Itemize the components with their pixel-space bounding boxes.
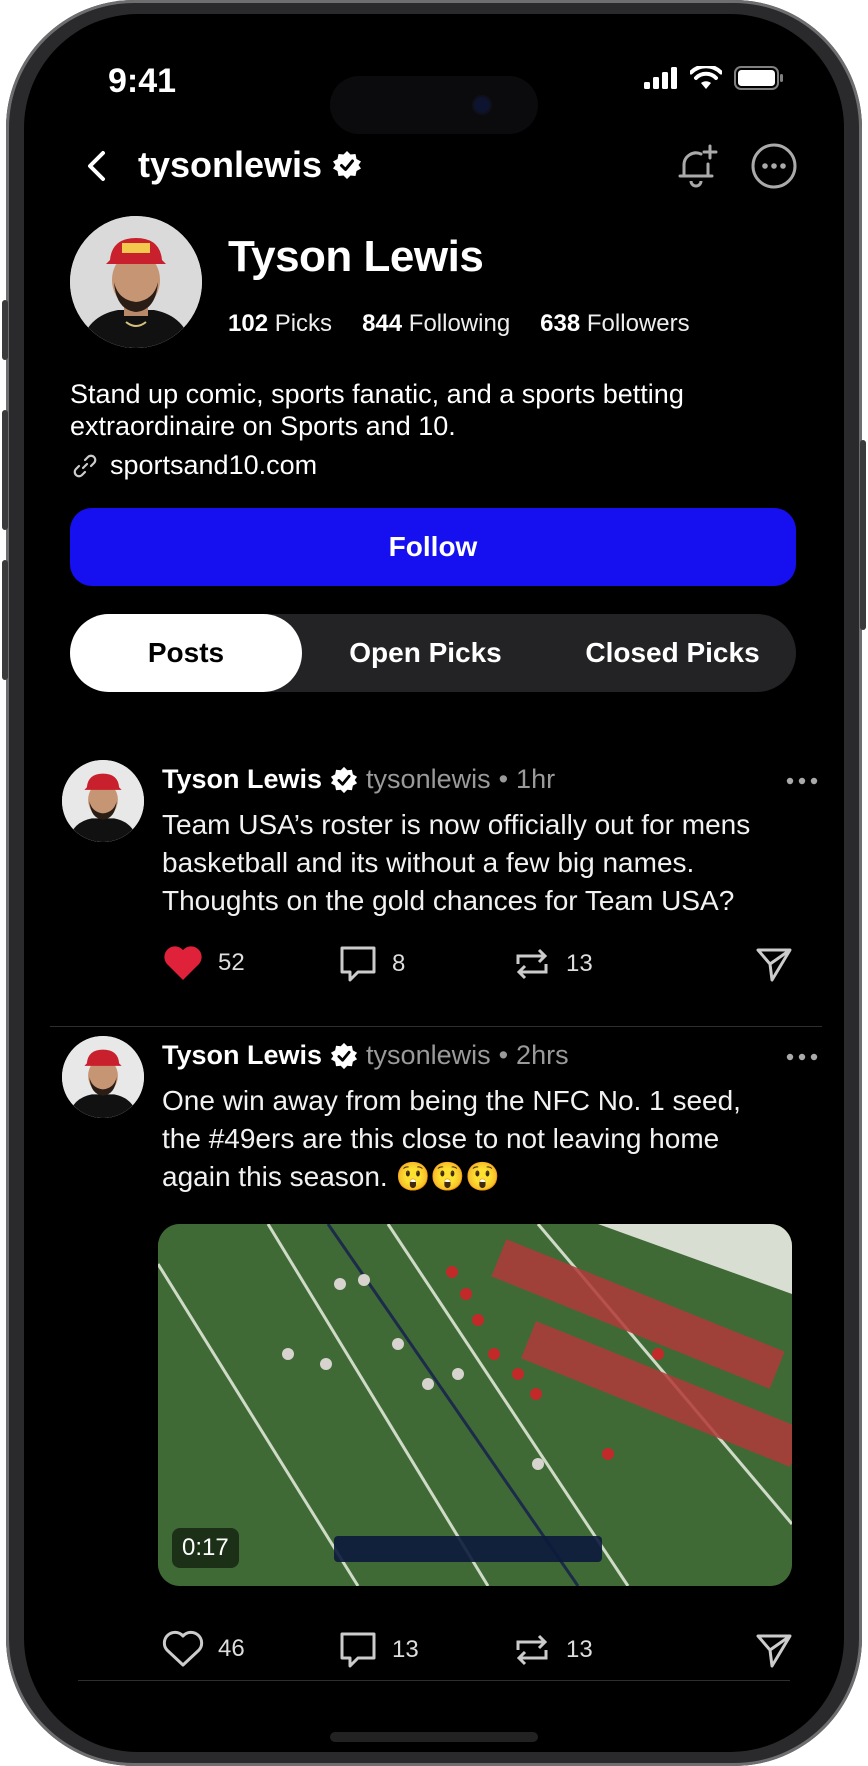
- back-icon[interactable]: [74, 142, 122, 190]
- post-author[interactable]: Tyson Lewis: [162, 764, 322, 795]
- meta-separator: •: [498, 1040, 509, 1070]
- post-time: 2hrs: [516, 1040, 569, 1070]
- repost-icon: [516, 1634, 548, 1666]
- profile-avatar[interactable]: [70, 216, 202, 348]
- video-duration: 0:17: [172, 1528, 239, 1568]
- repost-action[interactable]: 13: [512, 1630, 593, 1670]
- wifi-icon: [690, 66, 722, 89]
- share-action[interactable]: [754, 944, 794, 984]
- profile-stats: 102 Picks 844 Following 638 Followers: [228, 310, 690, 338]
- stat-label: Followers: [586, 310, 690, 337]
- meta-separator: •: [498, 764, 509, 794]
- profile-link-text: sportsand10.com: [110, 450, 318, 480]
- header-handle: tysonlewis: [138, 144, 362, 186]
- heart-filled-icon: [164, 946, 202, 980]
- post-actions: 52 8 13: [162, 944, 794, 992]
- like-action[interactable]: 52: [162, 944, 245, 982]
- profile-name: Tyson Lewis: [228, 232, 484, 281]
- profile-tabs: Posts Open Picks Closed Picks: [70, 614, 796, 692]
- post-time: 1hr: [516, 764, 556, 794]
- stat-followers[interactable]: 638 Followers: [540, 310, 689, 338]
- signal-icon: [644, 67, 677, 89]
- share-action[interactable]: [754, 1630, 794, 1670]
- status-icons: [644, 66, 784, 90]
- comment-action[interactable]: 13: [338, 1630, 419, 1670]
- comment-action[interactable]: 8: [338, 944, 405, 984]
- bell-plus-icon[interactable]: [670, 140, 722, 192]
- tab-posts[interactable]: Posts: [70, 614, 302, 692]
- avatar-image: [62, 1036, 144, 1118]
- stat-count: 638: [540, 310, 581, 337]
- dynamic-island: [330, 76, 538, 134]
- post-more-icon[interactable]: [786, 1052, 818, 1062]
- post-item[interactable]: Tyson Lewis tysonlewis • 1hr Team USA’s …: [24, 760, 844, 1010]
- header-handle-text: tysonlewis: [138, 144, 323, 185]
- volume-up-button: [2, 410, 8, 530]
- post-handle[interactable]: tysonlewis: [366, 764, 491, 795]
- verified-icon: [330, 1042, 358, 1069]
- post-avatar[interactable]: [62, 1036, 144, 1118]
- action-button: [2, 300, 8, 360]
- phone-frame: 9:41 tysonlewis Tyson Lewis 102 Picks 84…: [2, 0, 866, 1766]
- avatar-image: [70, 216, 202, 348]
- camera-icon: [474, 97, 490, 113]
- post-more-icon[interactable]: [786, 776, 818, 786]
- repost-count: 13: [566, 950, 593, 977]
- battery-icon: [734, 66, 783, 90]
- post-avatar[interactable]: [62, 760, 144, 842]
- post-meta: Tyson Lewis tysonlewis • 1hr: [162, 764, 555, 795]
- link-icon: [73, 454, 97, 477]
- share-send-icon: [756, 1634, 792, 1668]
- comment-icon: [340, 1632, 376, 1668]
- profile-header: tysonlewis: [24, 134, 844, 198]
- profile-bio: Stand up comic, sports fanatic, and a sp…: [70, 379, 684, 441]
- comment-icon: [340, 946, 376, 982]
- post-video[interactable]: 0:17: [158, 1224, 792, 1586]
- stat-count: 102: [228, 310, 269, 337]
- verified-icon: [333, 151, 362, 179]
- share-send-icon: [756, 948, 792, 982]
- status-time: 9:41: [108, 62, 177, 100]
- follow-button[interactable]: Follow: [70, 508, 796, 586]
- post-actions: 46 13 13: [162, 1630, 794, 1678]
- heart-outline-icon: [162, 1630, 204, 1667]
- video-thumbnail: [158, 1224, 792, 1586]
- like-count: 46: [218, 1635, 245, 1662]
- stat-label: Picks: [274, 310, 333, 337]
- comment-count: 13: [392, 1636, 419, 1663]
- post-author[interactable]: Tyson Lewis: [162, 1040, 322, 1071]
- tab-open-picks[interactable]: Open Picks: [302, 614, 549, 692]
- verified-icon: [330, 766, 358, 793]
- more-options-icon[interactable]: [748, 140, 800, 192]
- avatar-image: [62, 760, 144, 842]
- post-text: Team USA’s roster is now officially out …: [162, 809, 751, 916]
- stat-following[interactable]: 844 Following: [362, 310, 510, 338]
- post-meta: Tyson Lewis tysonlewis • 2hrs: [162, 1040, 569, 1071]
- like-action[interactable]: 46: [162, 1630, 245, 1668]
- power-button: [860, 440, 866, 630]
- post-divider: [78, 1680, 790, 1681]
- profile-link[interactable]: sportsand10.com: [72, 450, 317, 481]
- stat-label: Following: [408, 310, 511, 337]
- like-count: 52: [218, 949, 245, 976]
- stat-count: 844: [362, 310, 403, 337]
- app-screen: 9:41 tysonlewis Tyson Lewis 102 Picks 84…: [24, 14, 844, 1752]
- repost-count: 13: [566, 1636, 593, 1663]
- volume-down-button: [2, 560, 8, 680]
- post-text: One win away from being the NFC No. 1 se…: [162, 1085, 741, 1192]
- home-indicator[interactable]: [330, 1732, 538, 1742]
- post-handle[interactable]: tysonlewis: [366, 1040, 491, 1071]
- repost-icon: [516, 948, 548, 980]
- tab-closed-picks[interactable]: Closed Picks: [549, 614, 796, 692]
- repost-action[interactable]: 13: [512, 944, 593, 984]
- post-divider: [50, 1026, 822, 1027]
- comment-count: 8: [392, 950, 406, 977]
- stat-picks[interactable]: 102 Picks: [228, 310, 332, 338]
